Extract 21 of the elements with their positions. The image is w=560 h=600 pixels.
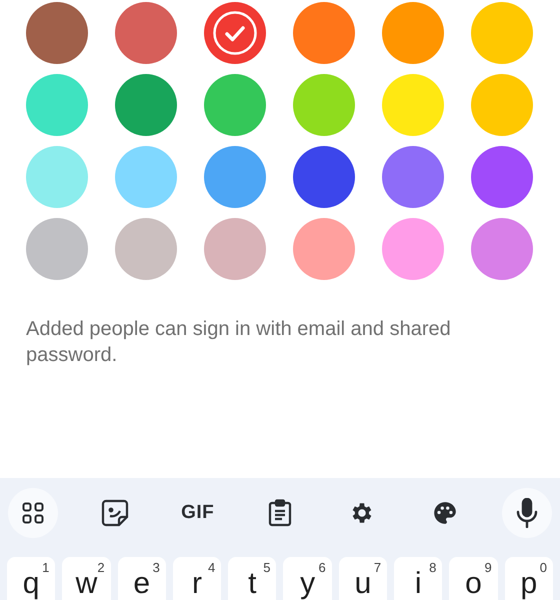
- key-hint: 5: [263, 561, 270, 575]
- key-hint: 4: [208, 561, 216, 575]
- key-hint: 9: [484, 561, 492, 575]
- key-hint: 1: [42, 561, 50, 575]
- key-hint: 8: [429, 561, 436, 575]
- apps-icon: [22, 502, 44, 524]
- microphone-icon: [516, 498, 538, 528]
- keyboard-key[interactable]: t 5: [228, 557, 276, 600]
- sticker-icon: [101, 499, 130, 527]
- clipboard-icon: [268, 499, 292, 527]
- apps-button[interactable]: [8, 488, 58, 538]
- keyboard-key[interactable]: i 8: [394, 557, 442, 600]
- palette-icon: [432, 500, 458, 526]
- key-hint: 6: [318, 561, 326, 575]
- key-hint: 0: [540, 561, 547, 575]
- info-text: Added people can sign in with email and shared password.: [26, 317, 452, 368]
- key-hint: 2: [97, 561, 105, 575]
- check-icon: [213, 11, 257, 55]
- key-hint: 7: [374, 561, 382, 575]
- key-hint: 3: [152, 561, 160, 575]
- gif-button[interactable]: GIF: [172, 488, 223, 538]
